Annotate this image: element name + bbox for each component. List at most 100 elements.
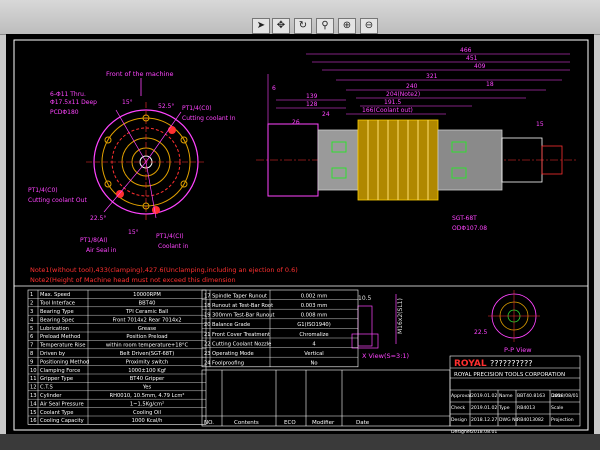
title-cell-v1: BBT40.8163: [517, 393, 545, 399]
sgt-label: SGT-68T: [452, 215, 477, 222]
dim-10-5: 10.5: [358, 295, 372, 302]
spec-row-label: Cylinder: [40, 393, 62, 399]
note-1: Note1(without tool),433(clamping),427.6(…: [30, 266, 298, 274]
title-cell-v1: RB4013: [517, 405, 535, 411]
spec-row-value: 4: [312, 341, 316, 347]
spec-row-number: 15: [30, 410, 37, 416]
x-view: [351, 294, 397, 349]
spec-row-value: G1(ISO1940): [297, 322, 330, 328]
rotate-icon[interactable]: ↻: [294, 18, 312, 34]
title-cell-date: 2019.01.02: [471, 393, 497, 399]
spec-row-number: 11: [30, 376, 37, 382]
pt-cutting-top: PT1/4(C0): [182, 105, 212, 112]
spec-row-label: Preload Method: [40, 334, 80, 340]
spec-row-number: 8: [30, 351, 33, 357]
zoom-out-icon[interactable]: ⊖: [360, 18, 378, 34]
spec-row-number: 13: [30, 393, 37, 399]
title-cell-v2: 2018/08/01: [552, 393, 579, 399]
dim-166: 166(Coolant out): [362, 107, 413, 114]
holes-label-2: Φ17.5x11 Deep: [50, 99, 97, 106]
spec-row-number: 6: [30, 334, 33, 340]
cutting-left-label: Cutting coolant Out: [28, 197, 87, 204]
dim-204: 204(Note2): [386, 91, 420, 98]
spec-row-number: 4: [30, 317, 34, 323]
coolant-in-label: Coolant in: [158, 243, 189, 250]
spec-row-value: 0.002 mm: [301, 293, 328, 299]
spec-row-number: 17: [204, 293, 211, 299]
spec-row-value: Grease: [138, 326, 156, 332]
pt-air-in: PT1/8(AI): [80, 237, 108, 244]
brand-logo: ROYAL: [454, 359, 487, 369]
spec-row-number: 23: [204, 351, 211, 357]
dim-22-5: 22.5: [474, 329, 488, 336]
pcd-label: PCDΦ180: [50, 109, 79, 116]
dim-451: 451: [466, 55, 478, 62]
spec-row-number: 2: [30, 301, 33, 307]
spec-row-number: 22: [204, 341, 211, 347]
p-view: [488, 290, 540, 342]
holes-label: 6-Φ11 Thru.: [50, 91, 86, 98]
spec-row-value: BBT40: [139, 301, 156, 307]
spec-row-value: Front 7014x2 Rear 7014x2: [112, 317, 181, 323]
x-view-label: X View(S=3:1): [362, 352, 409, 360]
spec-row-value: within room temperature+18°C: [106, 343, 189, 349]
cad-toolbar: ➤ ✥ ↻ ⚲ ⊕ ⊖: [0, 0, 600, 35]
dim-139: 139: [306, 93, 318, 100]
cad-drawing: Front of the machine 6-Φ11 Thru. Φ17.5x1…: [13, 39, 589, 435]
spec-row-label: Clamping Force: [40, 368, 80, 374]
dim-18: 18: [486, 81, 494, 88]
spec-row-label: Runout at Test-Bar Root: [212, 303, 273, 309]
dimension-lines: [276, 53, 570, 115]
zoom-in-icon[interactable]: ⊕: [338, 18, 356, 34]
drawing-canvas[interactable]: Front of the machine 6-Φ11 Thru. Φ17.5x1…: [6, 34, 594, 435]
pan-icon[interactable]: ✥: [272, 18, 290, 34]
dim-26: 26: [292, 119, 300, 126]
spec-row-label: Gripper Type: [40, 376, 73, 382]
spec-row-label: Bearing Type: [40, 309, 74, 315]
spec-row-value: 0.003 mm: [301, 303, 328, 309]
spec-row-number: 19: [204, 313, 211, 319]
spec-row-number: 7: [30, 343, 33, 349]
spec-row-label: Positioning Method: [40, 359, 89, 365]
air-in-label: Air Seal in: [86, 247, 117, 254]
spec-row-value: 10000RPM: [133, 292, 161, 298]
spec-row-label: Bearing Spec: [40, 317, 75, 323]
spec-row-number: 16: [30, 418, 37, 424]
dim-409: 409: [474, 63, 486, 70]
spec-row-value: Position Preload: [126, 334, 167, 340]
title-cell-k1: Type: [498, 405, 510, 411]
company-name: ROYAL PRECISION TOOLS CORPORATION: [454, 372, 565, 378]
spec-row-value: No: [310, 361, 317, 367]
dim-466: 466: [460, 47, 472, 54]
spec-row-value: 1000±100 Kgf: [128, 368, 166, 374]
cutting-top-label: Cutting coolant In: [182, 115, 236, 122]
note-2: Note2(Height of Machine head must not ex…: [30, 276, 236, 284]
title-cell-role: Check: [451, 405, 465, 411]
angle-15b: 15°: [128, 229, 139, 236]
spec-row-label: Cooling Capacity: [40, 418, 84, 424]
spec-row-number: 24: [204, 361, 211, 367]
spec-row-label: Foolproofing: [212, 361, 244, 367]
front-label: Front of the machine: [106, 70, 174, 78]
spec-row-value: Chromalize: [299, 332, 328, 338]
spec-row-value: Vertical: [304, 351, 323, 357]
spec-row-number: 20: [204, 322, 211, 328]
flange-view: [86, 78, 206, 222]
spec-row-value: Yes: [142, 385, 152, 391]
rev-contents: Contents: [234, 420, 259, 426]
spec-row-label: 300mm Test-Bar Runout: [212, 313, 275, 319]
spec-row-value: 1000 Kcal/h: [132, 418, 163, 424]
spec-row-value: 1~1.5Kg/cm²: [130, 401, 164, 407]
spec-row-label: Spindle Taper Runout: [212, 293, 267, 299]
rev-no: NO.: [204, 420, 214, 426]
select-arrow-icon[interactable]: ➤: [252, 18, 270, 34]
spec-row-label: Operating Mode: [212, 351, 254, 357]
spec-row-number: 10: [30, 368, 37, 374]
dim-321: 321: [426, 73, 438, 80]
angle-22: 22.5°: [90, 215, 106, 222]
title-cell-date: 2019.01.02: [471, 405, 497, 411]
dim-m16: M16x2(SL1): [397, 298, 404, 334]
zoom-icon[interactable]: ⚲: [316, 18, 334, 34]
spec-row-number: 5: [30, 326, 33, 332]
dim-15: 15: [536, 121, 544, 128]
